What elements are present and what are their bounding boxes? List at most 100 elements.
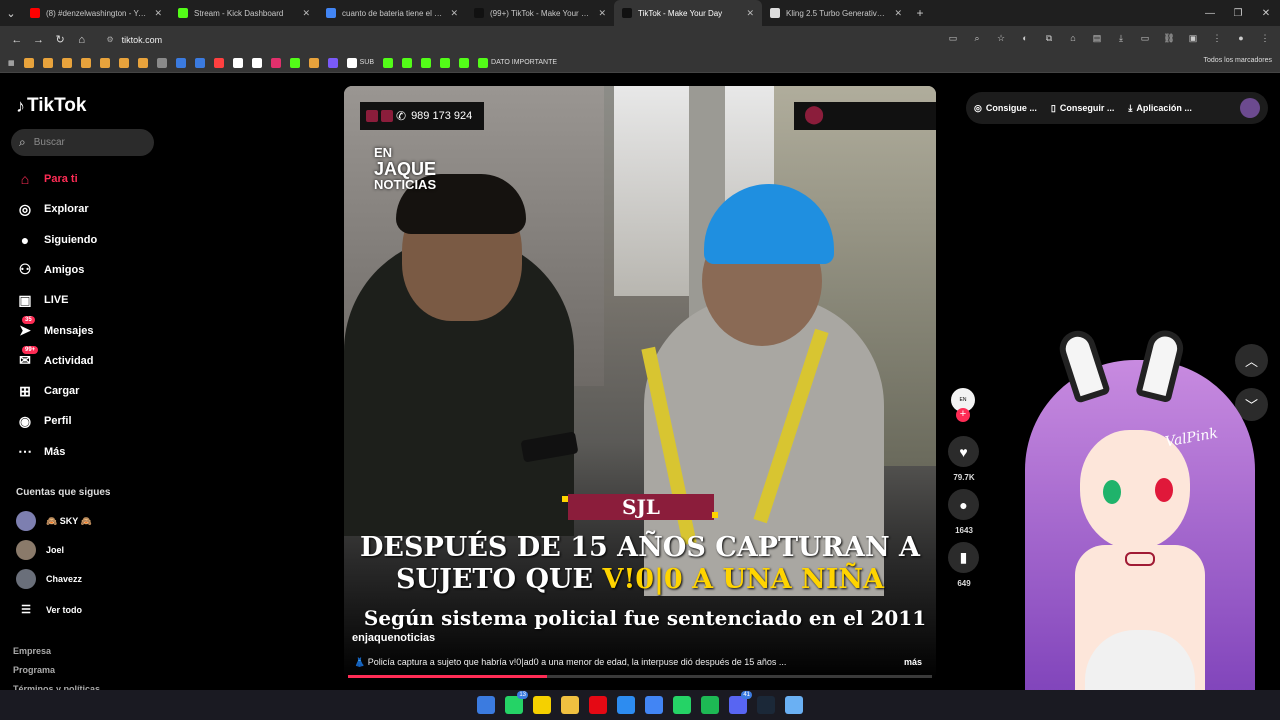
extension-icon[interactable]: ▤ (1088, 33, 1106, 47)
comment-button[interactable]: ● (948, 489, 979, 520)
bookmark-item[interactable]: DATO IMPORTANTE (478, 57, 557, 68)
nav-item-explorar[interactable]: ◎ Explorar (16, 200, 89, 218)
tiktok-logo[interactable]: ♪ TikTok (16, 95, 86, 117)
nav-item-cargar[interactable]: ⊞ Cargar (16, 382, 79, 400)
desktop-app-button[interactable]: ⤓ Aplicación ... (1128, 103, 1192, 114)
minimize-icon[interactable]: — (1196, 8, 1224, 19)
whatsapp-alt-icon[interactable] (673, 696, 691, 714)
extension-icon[interactable]: ⋮ (1208, 33, 1226, 47)
file-explorer-icon[interactable] (561, 696, 579, 714)
bookmark-item[interactable] (270, 57, 281, 68)
video-author[interactable]: enjaquenoticias (352, 632, 435, 644)
bookmark-item[interactable] (61, 57, 72, 68)
bookmark-item[interactable] (289, 57, 300, 68)
bookmark-item[interactable] (232, 57, 243, 68)
follow-plus-icon[interactable]: + (956, 408, 970, 422)
like-button[interactable]: ♥ (948, 436, 979, 467)
close-window-icon[interactable]: ✕ (1252, 8, 1280, 19)
bookmark-item[interactable] (402, 57, 413, 68)
bookmark-item[interactable]: SUB (346, 57, 374, 68)
sticky-notes-icon[interactable] (533, 696, 551, 714)
close-tab-icon[interactable]: ✕ (154, 8, 162, 19)
nav-item-más[interactable]: ⋯ Más (16, 443, 65, 461)
user-avatar[interactable] (1240, 98, 1260, 118)
bookmark-item[interactable] (327, 57, 338, 68)
spotify-icon[interactable] (701, 696, 719, 714)
netflix-icon[interactable] (589, 696, 607, 714)
extension-icon[interactable]: ⌂ (1064, 33, 1082, 47)
get-coins-button[interactable]: ◎ Consigue ... (974, 103, 1037, 114)
bookmark-item[interactable] (213, 57, 224, 68)
footer-link[interactable]: Programa (13, 665, 55, 675)
home-browser-icon[interactable]: ⌂ (71, 34, 93, 46)
bookmark-item[interactable] (383, 57, 394, 68)
notepad-icon[interactable] (785, 696, 803, 714)
close-tab-icon[interactable]: ✕ (894, 8, 902, 19)
profile-browser-icon[interactable]: ● (1232, 33, 1250, 47)
bookmark-item[interactable] (42, 57, 53, 68)
bookmark-item[interactable] (251, 57, 262, 68)
following-account[interactable]: 🙈 SKY 🙈 (16, 511, 92, 531)
nav-item-siguiendo[interactable]: ● Siguiendo (16, 231, 97, 249)
see-all-link[interactable]: ☰ Ver todo (16, 603, 82, 616)
extension-icon[interactable]: ▣ (1184, 33, 1202, 47)
cast-icon[interactable]: ▭ (944, 33, 962, 47)
following-account[interactable]: Joel (16, 540, 64, 560)
following-account[interactable]: Chavezz (16, 569, 82, 589)
maximize-icon[interactable]: ❐ (1224, 8, 1252, 19)
browser-tab[interactable]: Stream - Kick Dashboard ✕ (170, 0, 318, 26)
whatsapp-icon[interactable]: 13 (505, 691, 528, 714)
nav-item-para-ti[interactable]: ⌂ Para ti (16, 170, 78, 188)
get-app-button[interactable]: ▯ Conseguir ... (1051, 103, 1114, 114)
save-button[interactable]: ▮ (948, 542, 979, 573)
discord-icon[interactable]: 41 (729, 691, 752, 714)
bookmark-item[interactable] (118, 57, 129, 68)
tab-search-icon[interactable]: ⌄ (0, 7, 22, 20)
more-button[interactable]: más (904, 657, 922, 667)
nav-item-mensajes[interactable]: ➤ 35 Mensajes (16, 315, 94, 340)
bookmark-star-icon[interactable]: ☆ (992, 33, 1010, 47)
back-icon[interactable]: ← (6, 34, 28, 46)
nav-item-perfil[interactable]: ◉ Perfil (16, 412, 72, 430)
search-input[interactable]: ⌕ Buscar (11, 129, 154, 156)
nav-item-amigos[interactable]: ⚇ Amigos (16, 261, 85, 279)
windows-start-icon[interactable] (477, 696, 495, 714)
close-tab-icon[interactable]: ✕ (598, 8, 606, 19)
browser-tab[interactable]: (99+) TikTok - Make Your Day ✕ (466, 0, 614, 26)
steam-icon[interactable] (757, 696, 775, 714)
new-tab-button[interactable]: + (910, 6, 930, 20)
extension-icon[interactable]: ◐ (1016, 33, 1034, 47)
bookmark-item[interactable] (99, 57, 110, 68)
bookmark-item[interactable] (156, 57, 167, 68)
footer-link[interactable]: Empresa (13, 646, 51, 656)
browser-tab[interactable]: Kling 2.5 Turbo Generative AI Model ✕ (762, 0, 910, 26)
video-progress-bar[interactable] (348, 675, 932, 678)
all-bookmarks-button[interactable]: Todos los marcadores (1204, 57, 1272, 64)
extension-icon[interactable]: ▭ (1136, 33, 1154, 47)
browser-tab[interactable]: (8) #denzelwashington - YouTube ✕ (22, 0, 170, 26)
puzzle-icon[interactable]: ⧉ (1040, 33, 1058, 47)
bookmark-item[interactable] (421, 57, 432, 68)
bookmark-item[interactable] (137, 57, 148, 68)
bookmark-item[interactable] (440, 57, 451, 68)
bookmark-item[interactable] (23, 57, 34, 68)
browser-tab[interactable]: cuanto de bateria tiene el samsung ✕ (318, 0, 466, 26)
photos-icon[interactable] (617, 696, 635, 714)
menu-icon[interactable]: ⋮ (1256, 33, 1274, 47)
bookmark-item[interactable] (308, 57, 319, 68)
apps-icon[interactable]: ▦ (8, 59, 15, 67)
chrome-icon[interactable] (645, 696, 663, 714)
bookmark-item[interactable] (459, 57, 470, 68)
site-info-icon[interactable]: ⚙ (107, 35, 114, 44)
close-tab-icon[interactable]: ✕ (302, 8, 310, 19)
link-icon[interactable]: ⛓ (1160, 33, 1178, 47)
nav-item-live[interactable]: ▣ LIVE (16, 291, 68, 309)
browser-tab[interactable]: TikTok - Make Your Day ✕ (614, 0, 762, 26)
bookmark-item[interactable] (175, 57, 186, 68)
reload-icon[interactable]: ↻ (49, 33, 71, 46)
video-player[interactable]: ✆ 989 173 924 ⬤ EN JAQUE NOTICIAS SJL DE… (344, 86, 936, 680)
bookmark-item[interactable] (194, 57, 205, 68)
bookmark-item[interactable] (80, 57, 91, 68)
download-icon[interactable]: ⤓ (1112, 33, 1130, 47)
close-tab-icon[interactable]: ✕ (746, 8, 754, 19)
